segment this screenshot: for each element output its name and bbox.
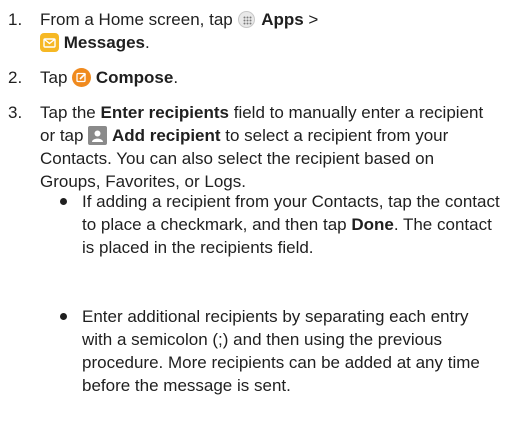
step-1-end: . — [145, 33, 150, 52]
messages-label: Messages — [63, 33, 146, 52]
step-2-prefix: Tap — [40, 68, 73, 87]
contact-icon — [88, 126, 108, 145]
step-number: 1. — [8, 10, 23, 29]
step-3-text: Tap the Enter recipients field to manual… — [40, 101, 498, 193]
step-number: 2. — [8, 68, 23, 87]
apps-grid-icon — [238, 11, 256, 28]
enter-recipients-label: Enter recipients — [100, 103, 230, 122]
step-1-text: From a Home screen, tap Apps > Messages. — [40, 8, 498, 54]
step-number: 3. — [8, 103, 23, 122]
step-2-text: Tap Compose. — [40, 66, 498, 89]
step-1-prefix: From a Home screen, tap — [40, 10, 238, 29]
compose-icon — [72, 68, 92, 87]
done-label: Done — [351, 215, 394, 234]
step-1-separator: > — [303, 10, 319, 29]
step-2-end: . — [173, 68, 179, 87]
add-recipient-label: Add recipient — [111, 126, 221, 145]
bullet-2-text: Enter additional recipients by separatin… — [82, 307, 480, 395]
compose-label: Compose — [95, 68, 174, 87]
step-3-prefix: Tap the — [40, 103, 101, 122]
messages-icon — [40, 33, 59, 52]
apps-label: Apps — [261, 10, 304, 29]
bullet-1-text: If adding a recipient from your Contacts… — [82, 190, 502, 259]
instructions-page: 1. From a Home screen, tap Apps > Messag… — [0, 0, 510, 427]
